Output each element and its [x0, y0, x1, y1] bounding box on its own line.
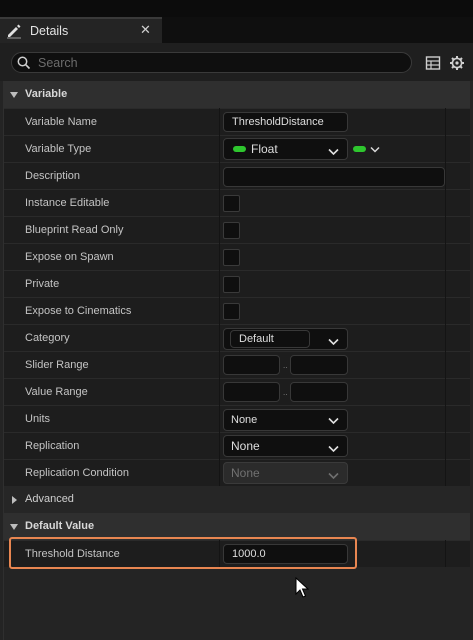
- single-value-container-icon: [353, 146, 366, 152]
- dropdown-value: None: [231, 439, 260, 453]
- replication-dropdown[interactable]: None: [223, 435, 348, 457]
- property-label: Expose to Cinematics: [25, 305, 132, 317]
- property-label: Instance Editable: [25, 197, 110, 209]
- range-separator: ..: [283, 388, 288, 397]
- window-top-strip: [0, 0, 473, 17]
- units-row: Units None: [4, 405, 470, 432]
- expanded-arrow-icon: [9, 522, 19, 532]
- threshold-distance-field[interactable]: 1000.0: [223, 544, 348, 564]
- blueprint-read-only-checkbox[interactable]: [223, 222, 240, 239]
- expose-to-cinematics-checkbox[interactable]: [223, 303, 240, 320]
- table-view-icon[interactable]: [425, 55, 441, 71]
- search-input[interactable]: [38, 54, 398, 71]
- dropdown-value: Float: [251, 142, 278, 156]
- property-label: Variable Name: [25, 116, 97, 128]
- replication-condition-row: Replication Condition None: [4, 459, 470, 486]
- variable-category-header[interactable]: Variable: [4, 81, 470, 108]
- column-splitter[interactable]: [219, 108, 220, 486]
- property-label: Private: [25, 278, 60, 290]
- expose-on-spawn-row: Expose on Spawn: [4, 243, 470, 270]
- property-label: Threshold Distance: [25, 548, 120, 560]
- value-range-min-field[interactable]: [223, 382, 280, 402]
- chevron-down-icon: [370, 145, 380, 157]
- property-label: Expose on Spawn: [25, 251, 114, 263]
- search-icon: [17, 56, 31, 70]
- replication-row: Replication None: [4, 432, 470, 459]
- dropdown-value: None: [231, 466, 260, 480]
- property-label: Blueprint Read Only: [25, 224, 124, 236]
- slider-range-max-field[interactable]: [290, 355, 348, 375]
- range-separator: ..: [283, 361, 288, 370]
- tab-title: Details: [30, 24, 69, 38]
- details-tab[interactable]: Details ✕: [0, 17, 162, 43]
- variable-type-row: Variable Type Float: [4, 135, 470, 162]
- expanded-arrow-icon: [9, 90, 19, 100]
- replication-condition-dropdown[interactable]: None: [223, 462, 348, 484]
- instance-editable-row: Instance Editable: [4, 189, 470, 216]
- dropdown-value: None: [231, 414, 258, 426]
- category-combo[interactable]: Default: [223, 328, 348, 350]
- blueprint-read-only-row: Blueprint Read Only: [4, 216, 470, 243]
- mouse-cursor-icon: [295, 576, 310, 599]
- chevron-down-icon: [328, 469, 339, 480]
- property-label: Category: [25, 332, 70, 344]
- chevron-down-icon: [328, 442, 339, 453]
- default-value-category-header[interactable]: Default Value: [4, 513, 470, 540]
- private-checkbox[interactable]: [223, 276, 240, 293]
- property-label: Description: [25, 170, 81, 182]
- property-label: Variable Type: [25, 143, 92, 155]
- units-dropdown[interactable]: None: [223, 409, 348, 431]
- value-range-max-field[interactable]: [290, 382, 348, 402]
- pencil-icon: [6, 23, 22, 39]
- expose-on-spawn-checkbox[interactable]: [223, 249, 240, 266]
- threshold-distance-row: Threshold Distance 1000.0: [4, 540, 470, 567]
- category-title: Advanced: [25, 493, 74, 505]
- property-label: Slider Range: [25, 359, 89, 371]
- chevron-down-icon: [328, 416, 339, 425]
- private-row: Private: [4, 270, 470, 297]
- tab-close-button[interactable]: ✕: [140, 22, 151, 38]
- reset-column-splitter: [445, 108, 446, 486]
- instance-editable-checkbox[interactable]: [223, 195, 240, 212]
- variable-type-dropdown[interactable]: Float: [223, 138, 348, 160]
- chevron-down-icon: [328, 335, 339, 346]
- description-row: Description: [4, 162, 470, 189]
- expose-to-cinematics-row: Expose to Cinematics: [4, 297, 470, 324]
- variable-name-row: Variable Name ThresholdDistance: [4, 108, 470, 135]
- property-label: Units: [25, 413, 51, 425]
- slider-range-min-field[interactable]: [223, 355, 280, 375]
- description-field[interactable]: [223, 167, 445, 187]
- category-row: Category Default: [4, 324, 470, 351]
- column-splitter[interactable]: [219, 540, 220, 567]
- settings-gear-icon[interactable]: [449, 55, 465, 71]
- container-type-dropdown[interactable]: [350, 142, 384, 156]
- float-type-pin-icon: [233, 146, 246, 152]
- collapsed-arrow-icon: [9, 495, 19, 505]
- property-label: Replication: [25, 440, 80, 452]
- advanced-category-header[interactable]: Advanced: [4, 486, 470, 513]
- chevron-down-icon: [328, 145, 339, 156]
- variable-name-field[interactable]: ThresholdDistance: [223, 112, 348, 132]
- category-text-field[interactable]: Default: [230, 330, 310, 348]
- category-title: Default Value: [25, 520, 95, 532]
- property-label: Value Range: [25, 386, 88, 398]
- property-label: Replication Condition: [25, 467, 129, 479]
- reset-column-splitter: [445, 540, 446, 567]
- value-range-row: Value Range ..: [4, 378, 470, 405]
- tab-bar: Details ✕: [0, 17, 473, 43]
- category-title: Variable: [25, 88, 68, 100]
- slider-range-row: Slider Range ..: [4, 351, 470, 378]
- search-box[interactable]: [11, 52, 412, 73]
